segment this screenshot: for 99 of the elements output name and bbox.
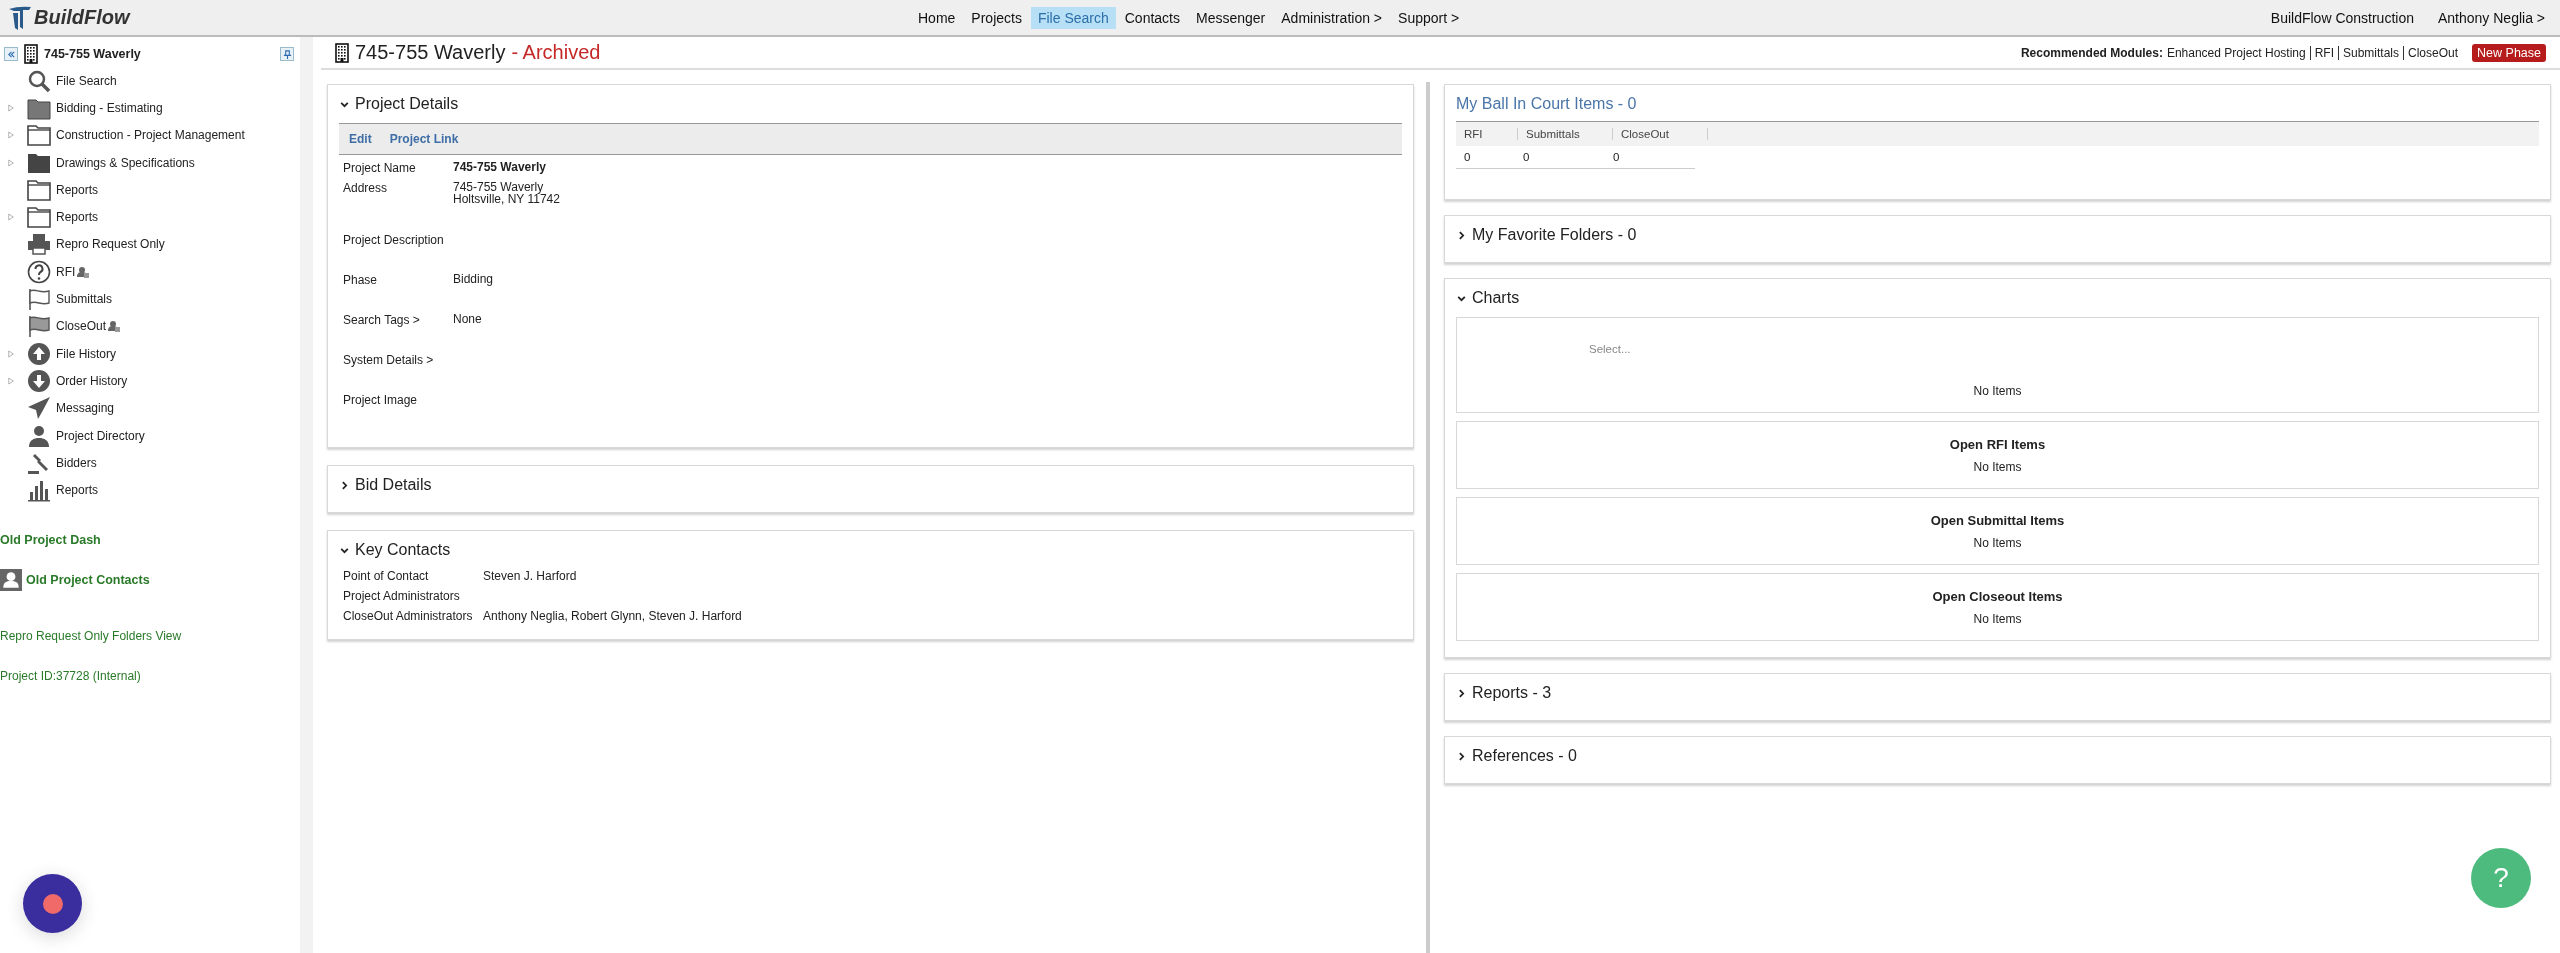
pin-icon [282,49,292,59]
section-title[interactable]: My Favorite Folders - 0 [1472,226,1637,244]
field-label: Search Tags > [343,313,421,329]
download-icon [27,368,51,393]
person-icon [27,423,51,448]
section-title[interactable]: Project Details [355,95,459,113]
table-cell-text: 0 [1611,151,1621,163]
brand-name[interactable]: BuildFlow [34,6,130,29]
field-label: Project Name [343,161,417,177]
building-icon [335,42,349,63]
field-value: 745-755 Waverly [453,161,546,176]
section-title[interactable]: Reports - 3 [1472,684,1552,702]
tree-item[interactable]: Bidding - Estimating [56,100,163,115]
nav-link[interactable]: File Search [1030,6,1116,29]
section-title[interactable]: Bid Details [355,476,432,494]
table-cell-text: 0 [1521,151,1531,163]
modules-label: Recommended Modules: [2020,45,2163,60]
action-link[interactable]: Edit [349,132,372,146]
panel-title: Open Submittal Items [1930,512,2065,528]
nav-link[interactable]: Contacts [1117,6,1187,29]
question-icon [27,259,51,284]
module-link[interactable]: Submittals [2343,45,2400,60]
nav-link[interactable]: Projects [964,6,1029,29]
field-label: Address [343,181,389,197]
field-label: System Details > [343,353,435,369]
empty-message: No Items [1973,535,2022,550]
panel-title: Open RFI Items [1949,436,2046,452]
contact-value: Steven J. Harford [483,569,577,585]
folder-icon [27,177,51,202]
tree-item[interactable]: Construction - Project Management [56,128,245,143]
paper-plane-icon [27,396,51,421]
checkered-flag-icon [27,314,51,339]
field-label: Project Description [343,233,445,249]
project-tree-root[interactable]: 745-755 Waverly [44,47,141,61]
folder-icon [27,205,51,230]
tree-item[interactable]: Messaging [56,401,115,416]
field-label: Phase [343,273,379,289]
logo-icon [8,4,32,31]
field-value: 745-755 Waverly Holtsville, NY 11742 [453,181,560,208]
tree-item[interactable]: File Search [56,73,117,88]
section-title: My Ball In Court Items - 0 [1456,95,1638,113]
upload-icon [27,341,51,366]
tree-item[interactable]: Submittals [56,292,113,306]
printer-icon [27,232,51,257]
section-title[interactable]: Key Contacts [355,541,451,559]
contact-card-icon [0,568,22,591]
contact-label: Project Administrators [343,589,461,605]
project-title: 745-755 Waverly [355,41,506,64]
contact-value: Anthony Neglia, Robert Glynn, Steven J. Harford [483,609,742,625]
sidebar-link[interactable]: Old Project Contacts [26,572,150,587]
nav-link[interactable]: Home [911,6,963,29]
tree-item[interactable]: File History [56,346,116,361]
new-phase-button[interactable]: New Phase [2472,43,2546,62]
tree-item[interactable]: Reports [56,182,99,197]
tree-item[interactable]: Bidders [56,455,97,470]
account-link[interactable]: Anthony Neglia > [2430,6,2552,29]
pin-button[interactable] [280,47,294,61]
field-value: None [453,313,482,328]
column-header: Submittals [1518,128,1613,140]
action-link[interactable]: Project Link [389,132,459,146]
column-header: CloseOut [1613,128,1708,140]
module-link[interactable]: Enhanced Project Hosting [2166,45,2306,60]
panel-title: Open Closeout Items [1932,588,2063,604]
flag-icon [27,287,51,311]
tree-item[interactable]: CloseOut [56,319,107,334]
contact-label: CloseOut Administrators [343,609,474,625]
sidebar-link[interactable]: Project ID:37728 (Internal) [0,668,141,683]
tree-item[interactable]: Reports [56,210,99,225]
field-value: Bidding [453,273,494,288]
double-chevron-left-icon [6,49,16,59]
empty-message: No Items [1973,611,2022,626]
account-link[interactable]: BuildFlow Construction [2263,6,2421,29]
building-icon [24,44,38,64]
empty-message: No Items [1973,459,2022,474]
section-title[interactable]: Charts [1472,289,1520,307]
nav-link[interactable]: Support > [1391,6,1467,29]
tree-item[interactable]: Reports [56,483,99,498]
sidebar-link[interactable]: Old Project Dash [0,532,101,547]
bar-chart-icon [27,478,51,503]
tree-item[interactable]: Project Directory [56,428,145,443]
nav-link[interactable]: Administration > [1274,6,1390,29]
empty-message: No Items [1973,384,2022,398]
tree-item[interactable]: Drawings & Specifications [56,155,195,170]
column-header: RFI [1456,128,1518,140]
tree-item[interactable]: RFI [56,264,76,279]
nav-link[interactable]: Messenger [1189,6,1273,29]
table-cell-text: 0 [1463,151,1472,163]
tree-item[interactable]: Order History [56,373,128,388]
module-link[interactable]: CloseOut [2408,45,2459,60]
collapse-button[interactable] [4,47,18,61]
status-label: - Archived [511,41,601,64]
section-title[interactable]: References - 0 [1472,747,1577,765]
search-icon [27,68,51,93]
field-label: Project Image [343,393,419,409]
tree-item[interactable]: Repro Request Only [56,237,165,252]
module-link[interactable]: RFI [2314,45,2334,60]
sidebar-link[interactable]: Repro Request Only Folders View [0,628,182,643]
folder-icon [27,123,51,148]
contact-label: Point of Contact [343,569,430,585]
